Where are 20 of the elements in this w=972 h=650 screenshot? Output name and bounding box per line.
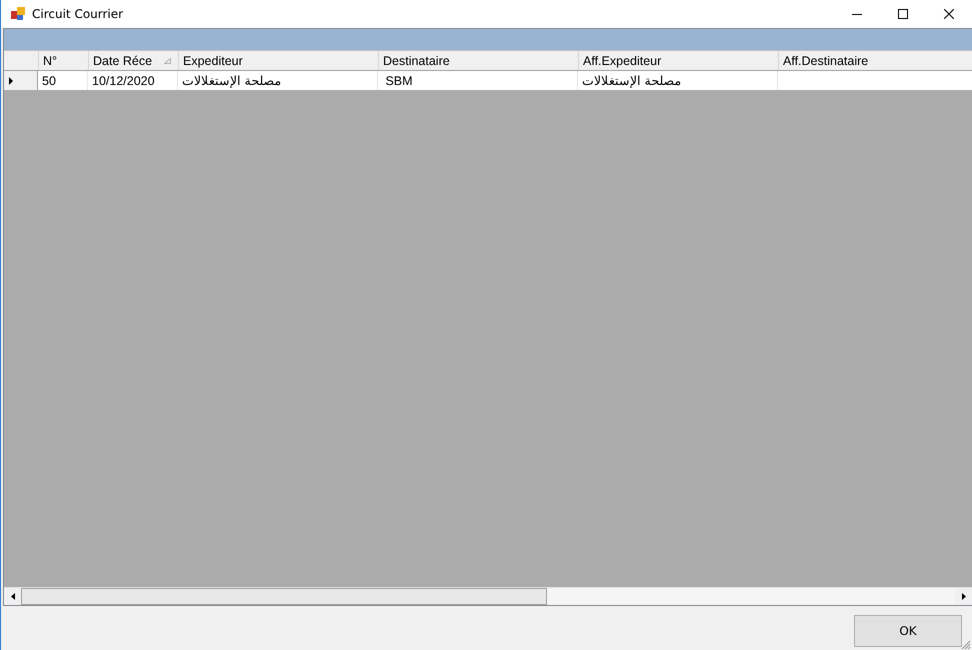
table-cell: مصلحة الإستغلالات xyxy=(182,73,282,88)
table-cell: مصلحة الإستغلالات xyxy=(582,73,682,88)
row-header[interactable] xyxy=(4,71,38,90)
resize-grip-icon[interactable] xyxy=(961,639,971,649)
column-header[interactable]: Aff.Destinataire xyxy=(779,51,972,70)
column-header[interactable]: Aff.Expediteur xyxy=(579,51,779,70)
close-icon xyxy=(944,9,954,19)
current-row-icon xyxy=(9,76,13,84)
maximize-icon xyxy=(898,9,908,19)
column-header[interactable]: Destinataire xyxy=(379,51,579,70)
column-header[interactable]: Expediteur xyxy=(179,51,379,70)
app-icon xyxy=(10,6,26,22)
column-header[interactable]: Date Réce xyxy=(89,51,179,70)
table-cell: 10/12/2020 xyxy=(92,74,155,88)
ok-button[interactable]: OK xyxy=(854,615,962,647)
sort-icon xyxy=(164,58,171,64)
table-cell: 50 xyxy=(42,74,56,88)
table-cell-text: SBM xyxy=(384,74,413,88)
column-header[interactable]: N° xyxy=(39,51,89,70)
window-title: Circuit Courrier xyxy=(32,7,124,21)
